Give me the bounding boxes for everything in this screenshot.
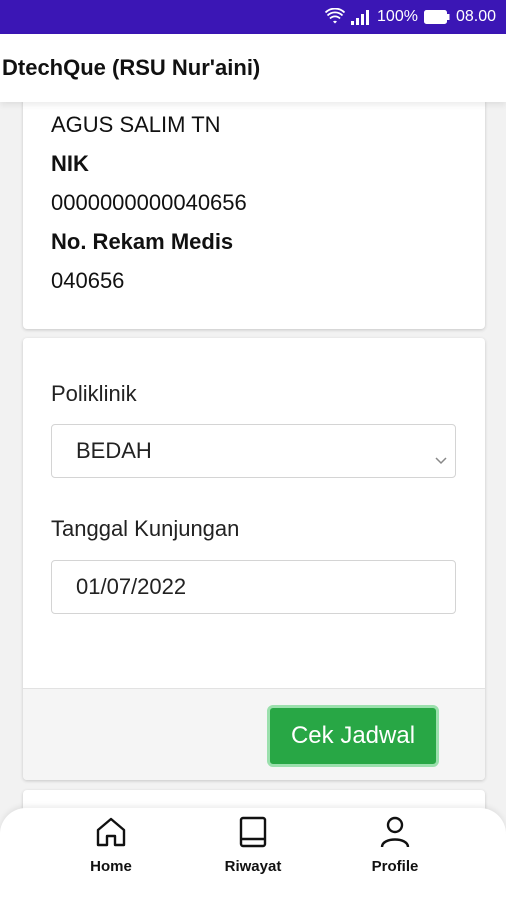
home-icon	[94, 812, 128, 852]
patient-name: AGUS SALIM TN	[51, 112, 221, 137]
app-title: DtechQue (RSU Nur'aini)	[2, 55, 261, 80]
patient-info-card: AGUS SALIM TN NIK 0000000000040656 No. R…	[23, 96, 485, 329]
tanggal-kunjungan-label: Tanggal Kunjungan	[51, 516, 240, 541]
person-icon	[378, 812, 412, 852]
battery-percentage: 100%	[377, 8, 418, 25]
wifi-icon	[325, 8, 346, 26]
nik-label: NIK	[51, 151, 89, 176]
cek-jadwal-button[interactable]: Cek Jadwal	[267, 705, 439, 767]
app-bar: DtechQue (RSU Nur'aini)	[0, 34, 506, 102]
book-icon	[236, 812, 270, 852]
nav-label-riwayat: Riwayat	[224, 858, 282, 875]
tanggal-kunjungan-input[interactable]: 01/07/2022	[51, 560, 456, 614]
poliklinik-select[interactable]: BEDAH	[51, 424, 456, 478]
form-footer: Cek Jadwal	[23, 688, 485, 780]
rekam-medis-label: No. Rekam Medis	[51, 229, 234, 254]
nav-item-profile[interactable]: Profile	[345, 808, 445, 875]
schedule-form-card: Poliklinik BEDAH Tanggal Kunjungan 01/07…	[23, 338, 485, 780]
poliklinik-selected-value: BEDAH	[76, 438, 152, 463]
nav-label-profile: Profile	[371, 858, 419, 875]
battery-icon	[423, 10, 450, 24]
signal-icon	[351, 9, 371, 25]
nav-label-home: Home	[90, 858, 132, 875]
tanggal-kunjungan-value: 01/07/2022	[76, 574, 187, 599]
nav-item-home[interactable]: Home	[61, 808, 161, 875]
nav-item-riwayat[interactable]: Riwayat	[203, 808, 303, 875]
clock: 08.00	[455, 8, 496, 25]
rekam-medis-value: 040656	[51, 268, 125, 293]
bottom-navigation: Home Riwayat Profile	[0, 808, 506, 900]
status-bar: 100% 08.00	[0, 0, 506, 34]
nik-value: 0000000000040656	[51, 190, 247, 215]
poliklinik-label: Poliklinik	[51, 381, 137, 406]
chevron-down-icon	[435, 445, 447, 471]
